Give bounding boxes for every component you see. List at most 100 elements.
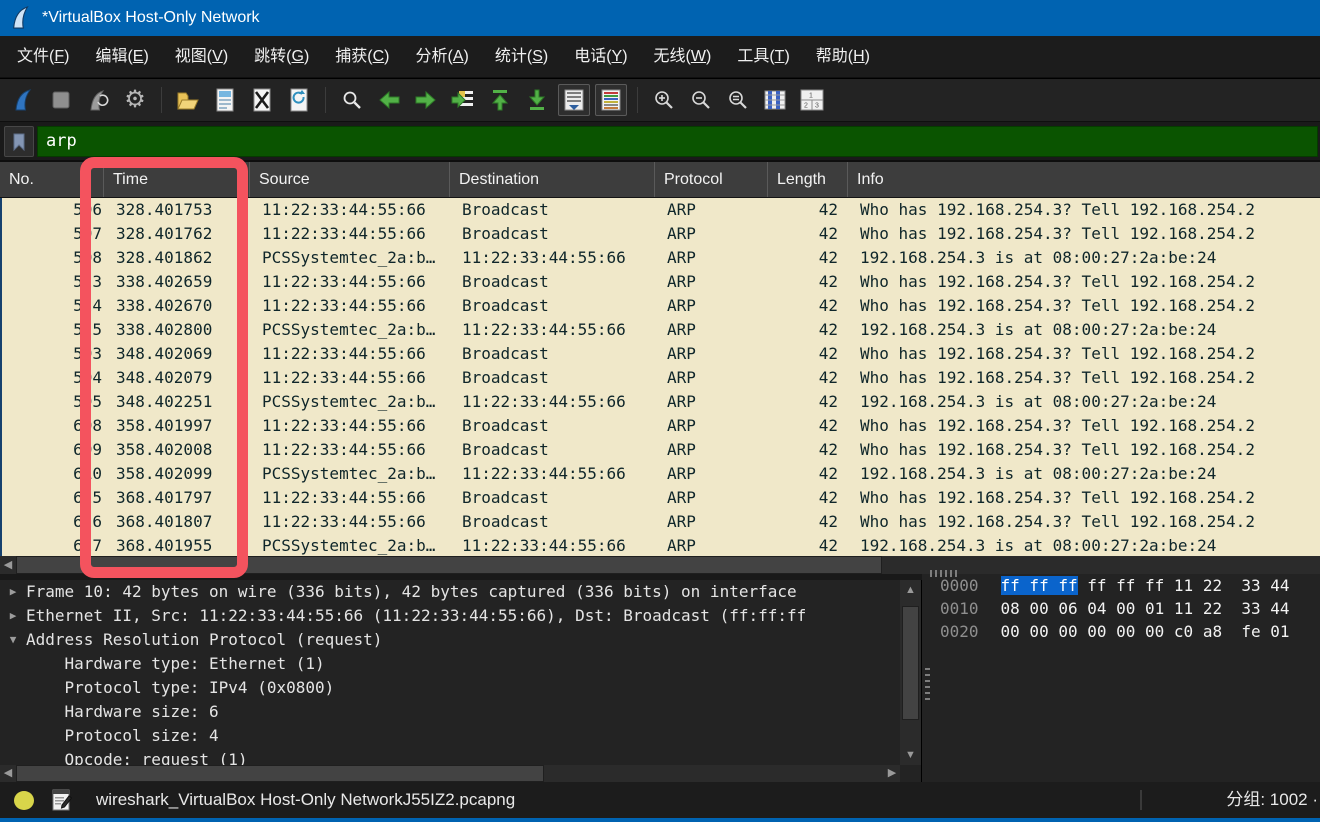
detail-line[interactable]: Hardware size: 6	[0, 700, 900, 724]
scroll-right-icon[interactable]: ▶	[884, 768, 900, 779]
detail-text: Protocol size: 4	[26, 724, 219, 748]
expand-arrow-icon[interactable]	[0, 676, 26, 700]
zoom-out-icon[interactable]	[685, 84, 717, 116]
display-filter-input[interactable]: arp	[37, 126, 1318, 157]
colorize-toggle-icon[interactable]	[595, 84, 627, 116]
menu-item[interactable]: 编辑(E)	[82, 36, 161, 77]
restart-capture-icon[interactable]	[82, 84, 114, 116]
cell-info: Who has 192.168.254.3? Tell 192.168.254.…	[850, 294, 1320, 318]
packet-detail-pane: ▶ Frame 10: 42 bytes on wire (336 bits),…	[0, 580, 900, 765]
scrollbar-thumb[interactable]	[16, 765, 544, 782]
detail-vscrollbar[interactable]: ▲ ▼	[900, 580, 921, 765]
column-header-info[interactable]: Info	[848, 162, 1320, 197]
scrollbar-thumb[interactable]	[902, 606, 919, 720]
svg-text:1: 1	[809, 93, 813, 100]
hex-selected-bytes: ff ff ff	[1001, 576, 1078, 595]
column-header-source[interactable]: Source	[250, 162, 450, 197]
zoom-reset-icon[interactable]	[722, 84, 754, 116]
cell-length: 42	[770, 318, 850, 342]
column-header-destination[interactable]: Destination	[450, 162, 655, 197]
cell-destination: 11:22:33:44:55:66	[452, 318, 657, 342]
menu-item[interactable]: 文件(F)	[4, 36, 82, 77]
go-first-packet-icon[interactable]	[484, 84, 516, 116]
scroll-down-icon[interactable]: ▼	[900, 747, 921, 763]
resize-columns-icon[interactable]	[759, 84, 791, 116]
scroll-left-icon[interactable]: ◀	[0, 560, 16, 571]
menu-item[interactable]: 捕获(C)	[322, 36, 402, 77]
cell-protocol: ARP	[657, 198, 770, 222]
auto-scroll-toggle-icon[interactable]	[558, 84, 590, 116]
menu-item[interactable]: 工具(T)	[724, 36, 802, 77]
detail-line[interactable]: Protocol type: IPv4 (0x0800)	[0, 676, 900, 700]
cell-protocol: ARP	[657, 510, 770, 534]
layout-columns-icon[interactable]: 123	[796, 84, 828, 116]
detail-line[interactable]: Opcode: request (1)	[0, 748, 900, 765]
reload-file-icon[interactable]	[283, 84, 315, 116]
expand-arrow-icon[interactable]	[0, 652, 26, 676]
open-file-icon[interactable]	[172, 84, 204, 116]
detail-line[interactable]: Hardware type: Ethernet (1)	[0, 652, 900, 676]
hex-row[interactable]: 001008 00 06 04 00 01 11 22 33 44	[922, 597, 1320, 620]
cell-info: Who has 192.168.254.3? Tell 192.168.254.…	[850, 510, 1320, 534]
cell-destination: Broadcast	[452, 222, 657, 246]
toolbar-separator	[637, 87, 638, 113]
detail-line[interactable]: ▶ Ethernet II, Src: 11:22:33:44:55:66 (1…	[0, 604, 900, 628]
menu-item[interactable]: 分析(A)	[403, 36, 482, 77]
cell-source: 11:22:33:44:55:66	[252, 270, 452, 294]
cell-length: 42	[770, 342, 850, 366]
cell-length: 42	[770, 534, 850, 556]
cell-destination: 11:22:33:44:55:66	[452, 246, 657, 270]
menu-item[interactable]: 电话(Y)	[561, 36, 640, 77]
zoom-in-icon[interactable]	[648, 84, 680, 116]
menu-item[interactable]: 无线(W)	[641, 36, 725, 77]
go-to-packet-icon[interactable]	[447, 84, 479, 116]
detail-line[interactable]: Protocol size: 4	[0, 724, 900, 748]
packet-count: 分组: 1002 ·	[1226, 782, 1318, 817]
expand-arrow-icon[interactable]	[0, 700, 26, 724]
capture-options-icon[interactable]: ⚙	[119, 84, 151, 116]
hex-row[interactable]: 002000 00 00 00 00 00 c0 a8 fe 01	[922, 620, 1320, 643]
go-previous-packet-icon[interactable]	[373, 84, 405, 116]
expand-arrow-icon[interactable]	[0, 724, 26, 748]
expand-arrow-icon[interactable]	[0, 748, 26, 765]
expand-arrow-icon[interactable]: ▶	[0, 580, 26, 604]
detail-hscrollbar[interactable]: ◀ ▶	[0, 765, 900, 782]
detail-line[interactable]: ▶ Frame 10: 42 bytes on wire (336 bits),…	[0, 580, 900, 604]
scroll-left-icon[interactable]: ◀	[0, 768, 16, 779]
menu-item[interactable]: 统计(S)	[482, 36, 561, 77]
svg-text:2: 2	[804, 103, 808, 110]
expand-arrow-icon[interactable]: ▶	[0, 604, 26, 628]
cell-source: 11:22:33:44:55:66	[252, 198, 452, 222]
expert-info-icon[interactable]	[14, 791, 34, 810]
hex-row[interactable]: 0000ff ff ff ff ff ff 11 22 33 44	[922, 574, 1320, 597]
filter-bookmark-button[interactable]	[4, 126, 34, 157]
cell-info: Who has 192.168.254.3? Tell 192.168.254.…	[850, 222, 1320, 246]
menu-item[interactable]: 视图(V)	[162, 36, 241, 77]
go-last-packet-icon[interactable]	[521, 84, 553, 116]
wireshark-window: { "window": { "title": "*VirtualBox Host…	[0, 0, 1320, 822]
expand-arrow-icon[interactable]: ▼	[0, 628, 26, 652]
go-next-packet-icon[interactable]	[410, 84, 442, 116]
save-file-icon[interactable]	[209, 84, 241, 116]
close-file-icon[interactable]	[246, 84, 278, 116]
find-packet-icon[interactable]	[336, 84, 368, 116]
column-header-protocol[interactable]: Protocol	[655, 162, 768, 197]
cell-info: 192.168.254.3 is at 08:00:27:2a:be:24	[850, 246, 1320, 270]
cell-destination: 11:22:33:44:55:66	[452, 534, 657, 556]
cell-protocol: ARP	[657, 318, 770, 342]
capture-comment-icon[interactable]	[52, 789, 72, 812]
menu-item[interactable]: 跳转(G)	[241, 36, 322, 77]
stop-capture-icon[interactable]	[45, 84, 77, 116]
column-header-length[interactable]: Length	[768, 162, 848, 197]
start-capture-icon[interactable]	[8, 84, 40, 116]
detail-line[interactable]: ▼ Address Resolution Protocol (request)	[0, 628, 900, 652]
cell-length: 42	[770, 222, 850, 246]
splitter-handle-icon[interactable]	[925, 668, 930, 704]
cell-protocol: ARP	[657, 222, 770, 246]
scroll-up-icon[interactable]: ▲	[900, 582, 921, 598]
cell-source: 11:22:33:44:55:66	[252, 366, 452, 390]
splitter-handle-icon[interactable]	[930, 570, 958, 577]
cell-info: Who has 192.168.254.3? Tell 192.168.254.…	[850, 270, 1320, 294]
menu-item[interactable]: 帮助(H)	[803, 36, 883, 77]
cell-info: 192.168.254.3 is at 08:00:27:2a:be:24	[850, 534, 1320, 556]
